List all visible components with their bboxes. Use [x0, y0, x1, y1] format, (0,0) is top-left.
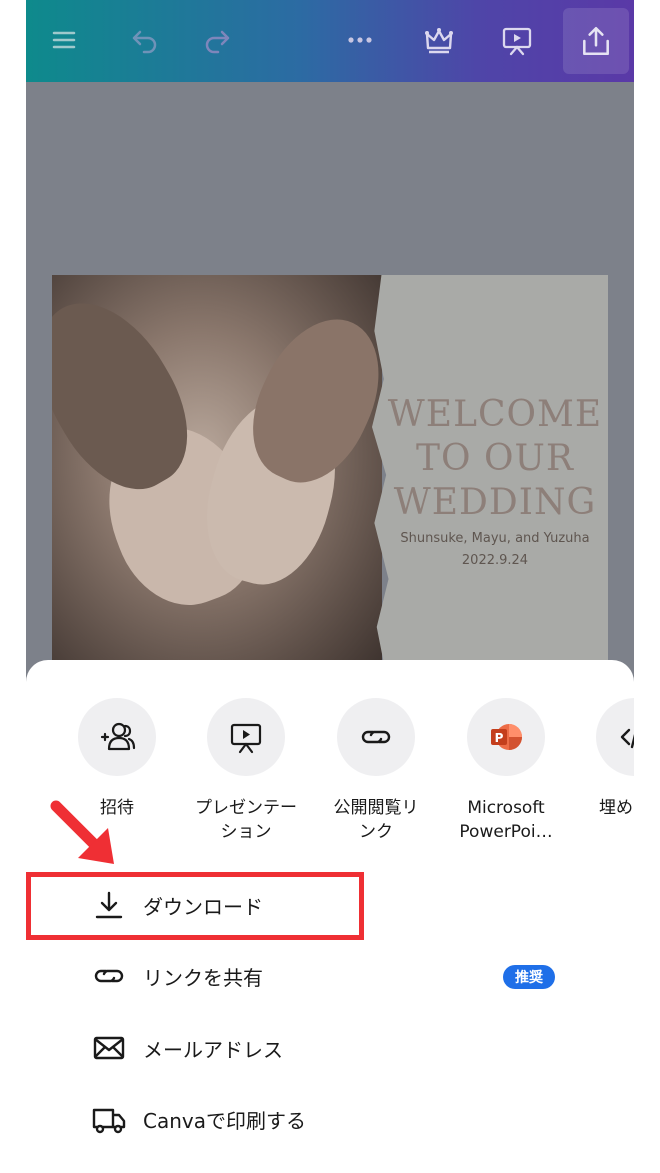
wedding-design-page[interactable]: WELCOME TO OUR WEDDING Shunsuke, Mayu, a… — [52, 275, 608, 675]
print-label: Canvaで印刷する — [143, 1108, 306, 1133]
welcome-title: WELCOME TO OUR WEDDING — [387, 394, 603, 523]
more-icon[interactable] — [340, 20, 380, 60]
share-option-public-link[interactable]: 公開閲覧リンク — [311, 698, 441, 844]
share-option-label: プレゼンテーション — [195, 798, 297, 842]
email-action[interactable]: メールアドレス — [92, 1028, 572, 1068]
canva-app: WELCOME TO OUR WEDDING Shunsuke, Mayu, a… — [26, 0, 634, 1173]
share-option-label: 公開閲覧リンク — [333, 798, 419, 842]
top-toolbar — [26, 0, 634, 82]
present-icon[interactable] — [497, 20, 537, 60]
link-icon — [94, 969, 124, 983]
crown-icon[interactable] — [419, 20, 459, 60]
recommended-badge: 推奨 — [503, 965, 555, 989]
redo-icon[interactable] — [198, 20, 238, 60]
email-label: メールアドレス — [143, 1037, 283, 1062]
print-action[interactable]: Canvaで印刷する — [92, 1099, 572, 1139]
wedding-date: 2022.9.24 — [461, 553, 529, 568]
share-option-label: 埋め — [599, 798, 633, 818]
share-option-embed[interactable]: 埋め — [571, 698, 634, 820]
share-link-action[interactable]: リンクを共有 — [92, 956, 572, 996]
mail-icon — [93, 1036, 125, 1060]
share-option-powerpoint[interactable]: P Microsoft PowerPoi… — [441, 698, 571, 844]
share-option-presentation[interactable]: プレゼンテーション — [181, 698, 311, 844]
invite-people-icon — [100, 722, 136, 751]
share-option-label: Microsoft PowerPoi… — [459, 798, 553, 842]
share-link-label: リンクを共有 — [143, 965, 263, 990]
download-highlight-box — [26, 872, 364, 940]
link-icon — [361, 730, 391, 744]
menu-icon[interactable] — [44, 20, 84, 60]
powerpoint-icon: P — [491, 724, 522, 750]
share-button[interactable] — [563, 8, 629, 74]
svg-text:P: P — [495, 731, 504, 745]
baby-feet-photo — [52, 275, 403, 675]
embed-code-icon — [620, 728, 634, 749]
red-arrow-annotation — [50, 800, 114, 864]
undo-icon[interactable] — [124, 20, 164, 60]
couple-names: Shunsuke, Mayu, and Yuzuha — [400, 531, 590, 546]
truck-icon — [92, 1108, 126, 1134]
share-icon — [583, 26, 609, 56]
presentation-icon — [230, 723, 262, 754]
